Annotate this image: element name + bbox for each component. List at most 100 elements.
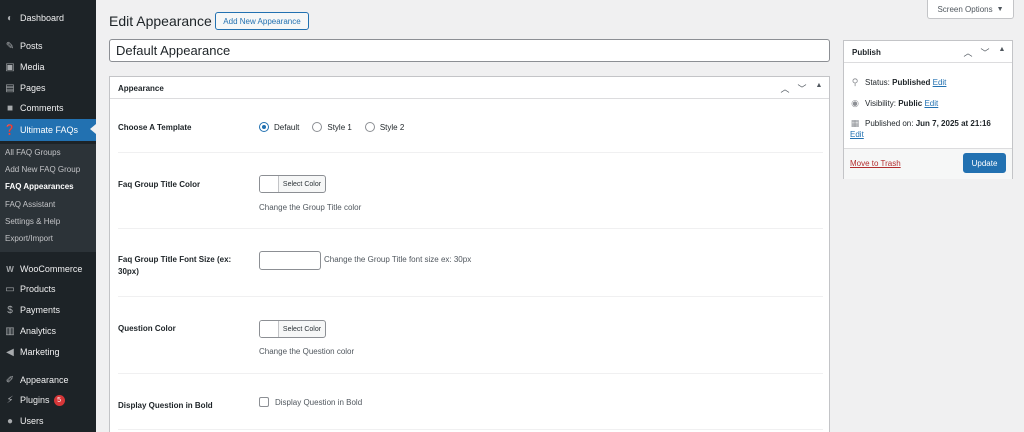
status-edit-link[interactable]: Edit [933,77,947,88]
chevron-down-icon[interactable]: ﹀ [979,46,991,59]
screen-options-button[interactable]: Screen Options ▼ [927,0,1014,19]
menu-posts[interactable]: ✎ Posts [0,36,96,56]
toggle-panel-icon[interactable]: ▲ [813,82,825,95]
menu-appearance[interactable]: ✐ Appearance [0,370,96,390]
menu-payments[interactable]: $ Payments [0,300,96,320]
group-title-color-picker[interactable]: Select Color [259,175,326,193]
pages-icon: ▤ [5,82,15,94]
menu-label: Media [20,62,45,72]
radio-button[interactable] [364,122,375,132]
date-edit-link[interactable]: Edit [850,130,864,139]
menu-products[interactable]: ▭ Products [0,279,96,299]
select-color-label: Select Color [282,325,322,333]
question-color-label: Question Color [118,324,176,333]
post-title-input[interactable] [109,39,830,62]
metabox-controls: ︿ ﹀ ▲ [962,46,1008,59]
appearance-metabox: Appearance ︿ ﹀ ▲ Choose A Template Defau… [109,76,830,432]
add-new-appearance-button[interactable]: Add New Appearance [215,12,309,30]
menu-ultimate-faqs[interactable]: ❓ Ultimate FAQs [0,119,96,141]
checkbox-label: Display Question in Bold [275,397,363,407]
font-size-label: Faq Group Title Font Size (ex: 30px) [118,255,232,276]
question-icon: ❓ [3,124,17,136]
menu-label: Analytics [20,326,57,336]
status-label: Status: [865,78,890,87]
visibility-edit-link[interactable]: Edit [924,98,938,109]
faq-submenu: All FAQ Groups Add New FAQ Group FAQ App… [0,144,96,252]
publish-metabox-title: Publish [852,48,881,57]
select-color-label: Select Color [282,180,322,188]
template-label: Choose A Template [118,123,192,132]
bold-question-label: Display Question in Bold [118,401,213,410]
submenu-all-faq-groups[interactable]: All FAQ Groups [5,148,61,157]
submenu-faq-appearances[interactable]: FAQ Appearances [5,182,74,191]
menu-plugins[interactable]: ⚡ Plugins 5 [0,390,96,410]
dashboard-icon: ◐ [6,12,14,24]
question-color-picker[interactable]: Select Color [259,320,326,338]
radio-label: Default [274,122,300,132]
radio-button-checked[interactable] [259,122,269,132]
menu-media[interactable]: ▣ Media [0,57,96,77]
question-color-hint: Change the Question color [259,347,355,356]
submenu-settings-help[interactable]: Settings & Help [5,217,60,226]
submenu-export-import[interactable]: Export/Import [5,234,53,243]
chevron-up-icon[interactable]: ︿ [962,46,974,59]
bar-chart-icon: ▥ [5,325,15,337]
row-divider [118,228,823,229]
comment-icon: ■ [6,102,14,114]
group-title-color-label: Faq Group Title Color [118,180,201,189]
menu-users[interactable]: ● Users [0,411,96,431]
plugin-icon: ⚡ [6,394,14,406]
menu-pages[interactable]: ▤ Pages [0,78,96,98]
font-size-hint: Change the Group Title font size ex: 30p… [324,255,472,264]
color-swatch [260,321,279,337]
pin-icon: ⚲ [851,77,859,87]
menu-label: Plugins [20,395,50,405]
calendar-icon: ▦ [850,118,860,128]
submenu-faq-assistant[interactable]: FAQ Assistant [5,200,55,209]
published-value: Jun 7, 2025 at 21:16 [915,119,991,128]
update-button[interactable]: Update [963,153,1006,173]
move-to-trash-link[interactable]: Move to Trash [850,159,901,168]
visibility-label: Visibility: [865,99,896,108]
admin-sidebar: ◐ Dashboard ✎ Posts ▣ Media ▤ Pages ■ Co… [0,0,96,432]
radio-style-2[interactable]: Style 2 [364,122,404,132]
menu-label: Appearance [20,375,69,385]
menu-label: Pages [20,83,46,93]
toggle-panel-icon[interactable]: ▲ [996,46,1008,59]
row-divider [118,429,823,430]
radio-style-1[interactable]: Style 1 [312,122,352,132]
menu-dashboard[interactable]: ◐ Dashboard [0,8,96,28]
chevron-down-icon[interactable]: ﹀ [796,82,808,95]
user-icon: ● [6,415,14,427]
menu-woocommerce[interactable]: W WooCommerce [0,259,96,279]
radio-default[interactable]: Default [259,122,299,132]
template-radio-group: Default Style 1 Style 2 [259,122,417,132]
eye-icon: ◉ [851,98,859,108]
menu-label: Users [20,416,44,426]
screen-options-label: Screen Options [937,4,993,14]
publish-metabox-header: Publish ︿ ﹀ ▲ [844,41,1012,63]
radio-button[interactable] [312,122,323,132]
status-value: Published [892,78,931,87]
menu-label: WooCommerce [20,264,83,274]
chevron-up-icon[interactable]: ︿ [779,82,791,95]
publish-actions: Move to Trash Update [844,148,1012,179]
menu-analytics[interactable]: ▥ Analytics [0,321,96,341]
menu-marketing[interactable]: ◀ Marketing [0,342,96,362]
publish-metabox: Publish ︿ ﹀ ▲ ⚲ Status: Published Edit ◉… [843,40,1013,179]
pin-icon: ✎ [5,40,15,52]
row-divider [118,152,823,153]
row-divider [118,373,823,374]
dollar-icon: $ [7,304,13,316]
appearance-metabox-header: Appearance ︿ ﹀ ▲ [110,77,829,99]
menu-label: Dashboard [20,13,65,23]
page-title: Edit Appearance [109,13,212,29]
submenu-add-new-faq-group[interactable]: Add New FAQ Group [5,165,80,174]
font-size-input[interactable] [259,251,321,270]
menu-comments[interactable]: ■ Comments [0,98,96,118]
menu-label: Posts [20,41,43,51]
menu-label: Products [20,284,56,294]
radio-label: Style 1 [327,122,352,132]
bold-question-checkbox[interactable]: Display Question in Bold [259,397,362,407]
checkbox-box[interactable] [259,397,269,407]
